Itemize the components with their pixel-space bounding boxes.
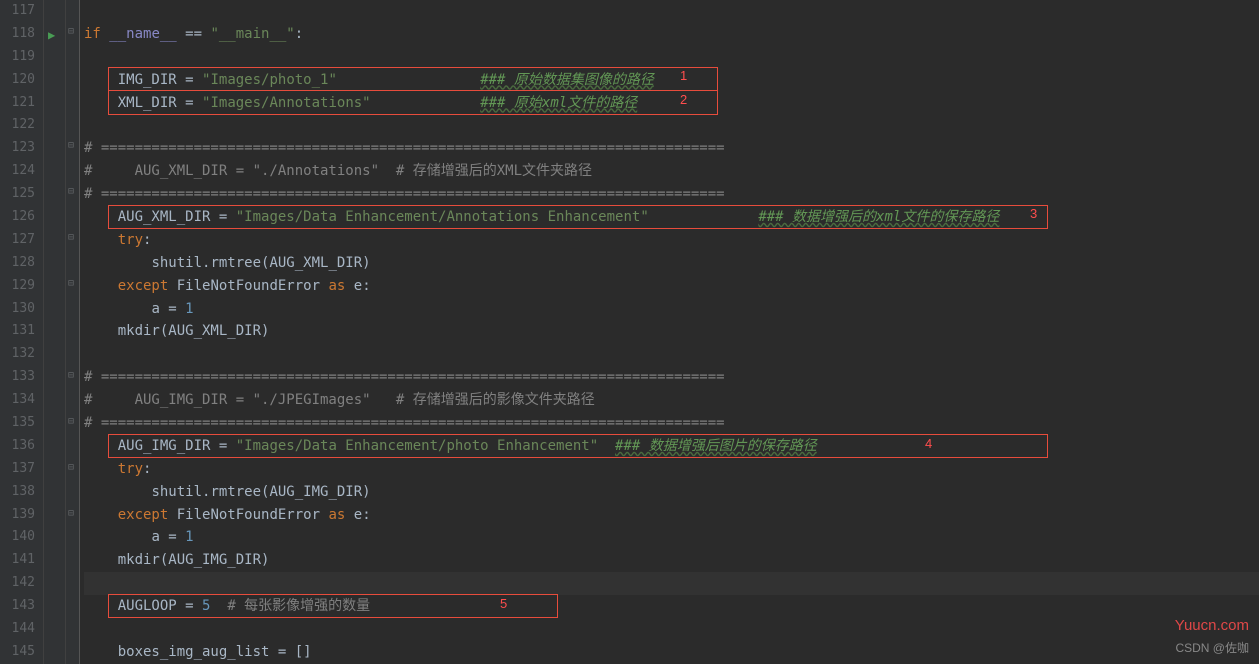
code-line[interactable] — [84, 114, 1259, 137]
fold-toggle-icon[interactable]: ⊟ — [68, 462, 74, 473]
fold-toggle-icon[interactable]: ⊟ — [68, 186, 74, 197]
fold-toggle-icon[interactable]: ⊟ — [68, 370, 74, 381]
code-line[interactable]: AUGLOOP = 5 # 每张影像增强的数量 — [84, 595, 1259, 618]
run-icon[interactable]: ▶ — [48, 28, 55, 42]
line-number: 128 — [0, 252, 35, 275]
line-number: 124 — [0, 160, 35, 183]
code-line[interactable]: XML_DIR = "Images/Annotations" ### 原始xml… — [84, 92, 1259, 115]
line-number: 134 — [0, 389, 35, 412]
code-line[interactable] — [84, 343, 1259, 366]
line-number: 123 — [0, 137, 35, 160]
code-line[interactable]: try: — [84, 458, 1259, 481]
line-number: 129 — [0, 275, 35, 298]
line-number: 118 — [0, 23, 35, 46]
code-line[interactable]: # ======================================… — [84, 183, 1259, 206]
fold-toggle-icon[interactable]: ⊟ — [68, 508, 74, 519]
line-number: 138 — [0, 481, 35, 504]
csdn-attribution: CSDN @佐咖 — [1175, 639, 1249, 656]
line-number: 145 — [0, 641, 35, 664]
code-line[interactable] — [84, 0, 1259, 23]
line-number: 132 — [0, 343, 35, 366]
annotation-label-3: 3 — [1030, 206, 1037, 221]
line-number: 131 — [0, 320, 35, 343]
run-gutter: ▶ — [44, 0, 66, 664]
fold-toggle-icon[interactable]: ⊟ — [68, 232, 74, 243]
code-line[interactable]: # ======================================… — [84, 366, 1259, 389]
code-line[interactable] — [84, 46, 1259, 69]
code-line[interactable]: boxes_img_aug_list = [] — [84, 641, 1259, 664]
annotation-label-4: 4 — [925, 436, 932, 451]
line-number-gutter: 117 118 119 120 121 122 123 124 125 126 … — [0, 0, 44, 664]
fold-toggle-icon[interactable]: ⊟ — [68, 416, 74, 427]
annotation-label-2: 2 — [680, 92, 687, 107]
watermark-text: Yuucn.com — [1175, 617, 1249, 634]
line-number: 130 — [0, 298, 35, 321]
annotation-label-1: 1 — [680, 68, 687, 83]
code-line[interactable]: mkdir(AUG_XML_DIR) — [84, 320, 1259, 343]
line-number: 126 — [0, 206, 35, 229]
line-number: 121 — [0, 92, 35, 115]
code-line[interactable]: a = 1 — [84, 298, 1259, 321]
code-line[interactable]: except FileNotFoundError as e: — [84, 504, 1259, 527]
fold-toggle-icon[interactable]: ⊟ — [68, 26, 74, 37]
line-number: 141 — [0, 549, 35, 572]
line-number: 120 — [0, 69, 35, 92]
code-line[interactable] — [84, 618, 1259, 641]
line-number: 137 — [0, 458, 35, 481]
code-line[interactable]: shutil.rmtree(AUG_IMG_DIR) — [84, 481, 1259, 504]
line-number: 133 — [0, 366, 35, 389]
code-line[interactable]: # AUG_XML_DIR = "./Annotations" # 存储增强后的… — [84, 160, 1259, 183]
code-line[interactable]: # ======================================… — [84, 412, 1259, 435]
code-line[interactable]: mkdir(AUG_IMG_DIR) — [84, 549, 1259, 572]
line-number: 140 — [0, 526, 35, 549]
line-number: 127 — [0, 229, 35, 252]
line-number: 122 — [0, 114, 35, 137]
line-number: 125 — [0, 183, 35, 206]
code-line[interactable]: AUG_IMG_DIR = "Images/Data Enhancement/p… — [84, 435, 1259, 458]
code-line[interactable] — [84, 572, 1259, 595]
code-content[interactable]: if __name__ == "__main__": IMG_DIR = "Im… — [80, 0, 1259, 664]
code-line[interactable]: if __name__ == "__main__": — [84, 23, 1259, 46]
line-number: 136 — [0, 435, 35, 458]
code-line[interactable]: IMG_DIR = "Images/photo_1" ### 原始数据集图像的路… — [84, 69, 1259, 92]
code-line[interactable]: AUG_XML_DIR = "Images/Data Enhancement/A… — [84, 206, 1259, 229]
line-number: 142 — [0, 572, 35, 595]
code-line[interactable]: except FileNotFoundError as e: — [84, 275, 1259, 298]
line-number: 143 — [0, 595, 35, 618]
code-editor[interactable]: 117 118 119 120 121 122 123 124 125 126 … — [0, 0, 1259, 664]
code-line[interactable]: try: — [84, 229, 1259, 252]
line-number: 135 — [0, 412, 35, 435]
annotation-label-5: 5 — [500, 596, 507, 611]
code-line[interactable]: # AUG_IMG_DIR = "./JPEGImages" # 存储增强后的影… — [84, 389, 1259, 412]
fold-gutter: ⊟ ⊟ ⊟ ⊟ ⊟ ⊟ ⊟ ⊟ ⊟ — [66, 0, 80, 664]
line-number: 139 — [0, 504, 35, 527]
line-number: 119 — [0, 46, 35, 69]
code-line[interactable]: shutil.rmtree(AUG_XML_DIR) — [84, 252, 1259, 275]
fold-toggle-icon[interactable]: ⊟ — [68, 140, 74, 151]
code-line[interactable]: # ======================================… — [84, 137, 1259, 160]
line-number: 144 — [0, 618, 35, 641]
code-line[interactable]: a = 1 — [84, 526, 1259, 549]
fold-toggle-icon[interactable]: ⊟ — [68, 278, 74, 289]
line-number: 117 — [0, 0, 35, 23]
